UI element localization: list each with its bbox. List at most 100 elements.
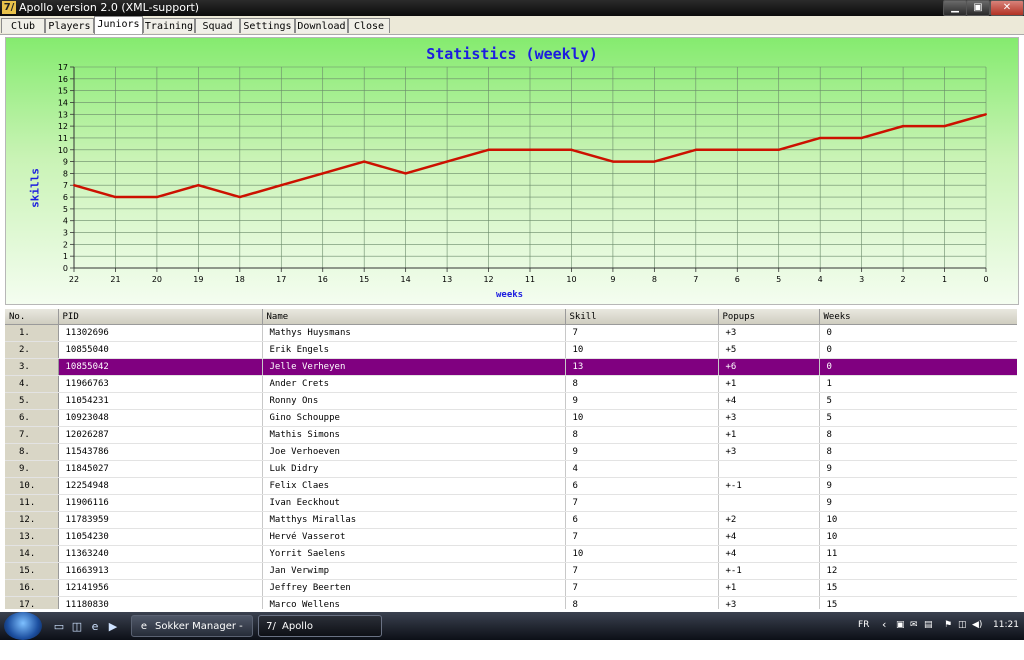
start-button[interactable] [4, 612, 42, 640]
cell-skill: 6 [565, 477, 719, 495]
menu-tabs: Club Players Juniors Training Squad Sett… [0, 16, 1024, 35]
tray-network-icon[interactable]: ▣ [896, 620, 905, 630]
x-tick-label: 3 [859, 275, 864, 284]
x-tick-label: 8 [652, 275, 657, 284]
table-row[interactable]: 4. 11966763 Ander Crets 8 +1 1 [5, 375, 1017, 393]
x-tick-label: 10 [566, 275, 576, 284]
cell-pid: 12141956 [58, 579, 263, 597]
table-row[interactable]: 2. 10855040 Erik Engels 10 +5 0 [5, 341, 1017, 359]
tab-download[interactable]: Download [295, 18, 348, 33]
minimize-button[interactable]: ▁ [943, 0, 967, 16]
cell-name: Jelle Verheyen [262, 358, 566, 376]
table-row[interactable]: 1. 11302696 Mathys Huysmans 7 +3 0 [5, 324, 1017, 342]
table-row[interactable]: 13. 11054230 Hervé Vasserot 7 +4 10 [5, 528, 1017, 546]
table-row[interactable]: 17. 11180830 Marco Wellens 8 +3 15 [5, 596, 1017, 609]
media-player-icon[interactable]: ▶ [106, 620, 120, 633]
taskbar-item-sokker-manager[interactable]: e Sokker Manager - In... [131, 615, 253, 654]
x-tick-label: 19 [193, 275, 203, 284]
tab-players[interactable]: Players [45, 18, 94, 33]
cell-pid: 11783959 [58, 511, 263, 529]
x-tick-label: 13 [442, 275, 452, 284]
cell-popups: +3 [718, 596, 820, 609]
x-tick-label: 16 [318, 275, 328, 284]
cell-weeks: 10 [819, 511, 1017, 529]
y-tick-label: 7 [63, 181, 68, 190]
table-row[interactable]: 8. 11543786 Joe Verhoeven 9 +3 8 [5, 443, 1017, 461]
x-tick-label: 20 [152, 275, 162, 284]
table-row[interactable]: 15. 11663913 Jan Verwimp 7 +-1 12 [5, 562, 1017, 580]
tab-club[interactable]: Club [1, 18, 45, 33]
y-tick-label: 15 [58, 87, 68, 96]
volume-icon[interactable]: ◀) [972, 620, 982, 630]
cell-pid: 11054230 [58, 528, 263, 546]
col-header-name[interactable]: Name [262, 309, 566, 325]
cell-no: 17. [5, 596, 59, 609]
data-point [902, 125, 905, 128]
cell-pid: 11966763 [58, 375, 263, 393]
cell-popups: +4 [718, 392, 820, 410]
tray-mail-icon[interactable]: ✉ [910, 620, 918, 630]
maximize-button[interactable]: ▣ [966, 0, 990, 16]
x-tick-label: 21 [110, 275, 120, 284]
table-row[interactable]: 3. 10855042 Jelle Verheyen 13 +6 0 [5, 358, 1017, 376]
clock[interactable]: 11:21 [993, 620, 1019, 630]
show-desktop-icon[interactable]: ▭ [52, 620, 66, 633]
table-row[interactable]: 10. 12254948 Felix Claes 6 +-1 9 [5, 477, 1017, 495]
cell-skill: 10 [565, 409, 719, 427]
cell-weeks: 11 [819, 545, 1017, 563]
col-header-skill[interactable]: Skill [565, 309, 719, 325]
col-header-popups[interactable]: Popups [718, 309, 820, 325]
data-point [73, 184, 75, 187]
tab-training[interactable]: Training [143, 18, 195, 33]
x-tick-label: 11 [525, 275, 535, 284]
cell-skill: 10 [565, 545, 719, 563]
cell-popups: +-1 [718, 477, 820, 495]
col-header-no[interactable]: No. [5, 309, 59, 325]
table-row[interactable]: 14. 11363240 Yorrit Saelens 10 +4 11 [5, 545, 1017, 563]
cell-no: 12. [5, 511, 59, 529]
cell-pid: 12254948 [58, 477, 263, 495]
cell-weeks: 1 [819, 375, 1017, 393]
cell-name: Luk Didry [262, 460, 566, 478]
cell-name: Felix Claes [262, 477, 566, 495]
table-row[interactable]: 16. 12141956 Jeffrey Beerten 7 +1 15 [5, 579, 1017, 597]
table-row[interactable]: 12. 11783959 Matthys Mirallas 6 +2 10 [5, 511, 1017, 529]
table-row[interactable]: 6. 10923048 Gino Schouppe 10 +3 5 [5, 409, 1017, 427]
y-tick-label: 5 [63, 205, 68, 214]
cell-popups [718, 494, 820, 512]
cell-no: 8. [5, 443, 59, 461]
cell-skill: 4 [565, 460, 719, 478]
x-tick-label: 14 [401, 275, 411, 284]
tab-settings[interactable]: Settings [240, 18, 295, 33]
switch-windows-icon[interactable]: ◫ [70, 620, 84, 633]
cell-popups: +3 [718, 324, 820, 342]
cell-pid: 11906116 [58, 494, 263, 512]
cell-weeks: 9 [819, 460, 1017, 478]
table-row[interactable]: 5. 11054231 Ronny Ons 9 +4 5 [5, 392, 1017, 410]
y-tick-label: 6 [63, 193, 68, 202]
tab-squad[interactable]: Squad [195, 18, 240, 33]
close-window-button[interactable]: ✕ [990, 0, 1024, 16]
cell-no: 10. [5, 477, 59, 495]
data-point [777, 148, 780, 151]
chart-plot: 0123456789101112131415161722 21 20 19 18 17 16… [58, 63, 989, 284]
cell-skill: 7 [565, 562, 719, 580]
language-indicator[interactable]: FR [858, 620, 869, 630]
table-row[interactable]: 7. 12026287 Mathis Simons 8 +1 8 [5, 426, 1017, 444]
taskbar-item-apollo[interactable]: 7/Apollo [258, 615, 382, 637]
tray-flag-icon[interactable]: ⚑ [944, 620, 952, 630]
data-point [611, 160, 614, 163]
tab-juniors[interactable]: Juniors [94, 16, 143, 34]
cell-popups: +2 [718, 511, 820, 529]
tray-display-icon[interactable]: ◫ [958, 620, 967, 630]
col-header-pid[interactable]: PID [58, 309, 263, 325]
table-row[interactable]: 9. 11845027 Luk Didry 4 9 [5, 460, 1017, 478]
tray-expand-chevron-icon[interactable]: ‹ [882, 618, 886, 631]
tray-app-icon[interactable]: ▤ [924, 620, 933, 630]
internet-explorer-icon[interactable]: e [88, 620, 102, 633]
juniors-table[interactable]: No. PID Name Skill Popups Weeks 1. 113026… [5, 309, 1017, 609]
col-header-weeks[interactable]: Weeks [819, 309, 1017, 325]
tab-close[interactable]: Close [348, 18, 390, 33]
table-row[interactable]: 11. 11906116 Ivan Eeckhout 7 9 [5, 494, 1017, 512]
cell-skill: 8 [565, 596, 719, 609]
